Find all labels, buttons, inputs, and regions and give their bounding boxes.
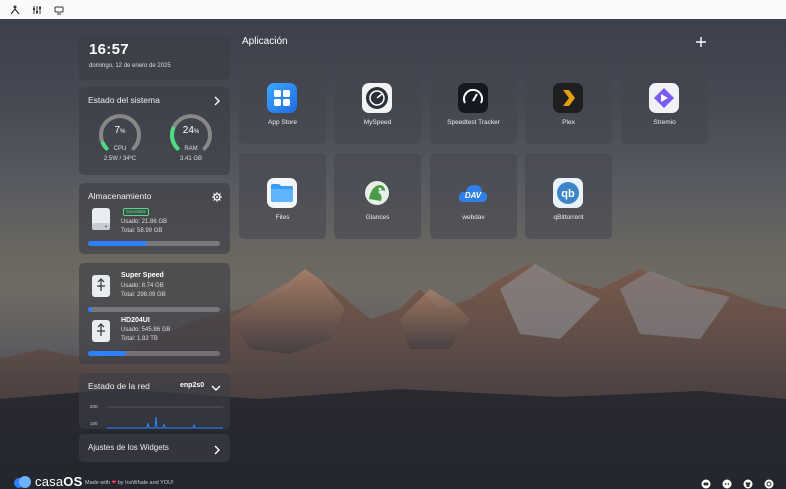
- app-tile-files[interactable]: Files: [239, 153, 326, 239]
- ram-unit: %: [193, 129, 200, 135]
- status-badge: Saludable: [123, 208, 150, 216]
- system-status-title: Estado del sistema: [88, 95, 160, 105]
- usb-disk-name: HD204UI: [121, 317, 150, 324]
- network-axis-max: 200: [90, 404, 98, 409]
- cpu-sub: 2.5W / 34ºC: [103, 156, 137, 162]
- chevron-down-icon[interactable]: [211, 380, 221, 391]
- discord-icon[interactable]: [722, 476, 732, 489]
- qbittorrent-icon: qb: [553, 178, 583, 208]
- cpu-label: CPU: [113, 146, 127, 152]
- clock-time: 16:57: [89, 41, 129, 58]
- ram-value: 24: [182, 125, 194, 136]
- monitor-icon[interactable]: [53, 4, 65, 16]
- usb-disk-usage-bar: [88, 351, 220, 356]
- apps-section-title: Aplicación: [242, 36, 288, 47]
- network-interface-select[interactable]: enp2s0: [180, 382, 204, 389]
- app-tile-glances[interactable]: Glances: [334, 153, 421, 239]
- speedtest-icon: [458, 83, 488, 113]
- app-store-icon: [267, 83, 297, 113]
- cpu-unit: %: [120, 129, 126, 135]
- app-name: Glances: [365, 214, 390, 221]
- network-axis-mid: 100: [90, 421, 98, 426]
- app-tile-qbittorrent[interactable]: qb qBittorrent: [525, 153, 612, 239]
- storage-widget: Almacenamiento Saludable Usado: 21.86 GB…: [79, 183, 230, 254]
- webdav-icon: DAV: [458, 178, 488, 208]
- system-status-widget: Estado del sistema 7% CPU 2.5W / 34ºC 24…: [79, 87, 230, 175]
- usb-disks-widget: Super Speed Usado: 8.74 GB Total: 298.09…: [79, 263, 230, 364]
- app-name: Speedtest Tracker: [447, 119, 500, 126]
- casaos-logo: casaOS: [13, 474, 82, 489]
- widget-settings-button[interactable]: Ajustes de los Widgets: [79, 434, 230, 462]
- brand-casa: casa: [35, 474, 64, 489]
- usb-disk-used: Usado: 8.74 GB: [121, 283, 164, 289]
- made-suffix: by IceWhale and YOU!: [117, 480, 174, 486]
- usb-disk-usage-bar: [88, 307, 220, 312]
- widget-settings-label: Ajustes de los Widgets: [88, 443, 169, 452]
- cpu-gauge: 7% CPU: [97, 112, 143, 158]
- app-tile-app-store[interactable]: App Store: [239, 58, 326, 144]
- app-name: App Store: [268, 119, 297, 126]
- app-tile-speedtest-tracker[interactable]: Speedtest Tracker: [430, 58, 517, 144]
- github-icon[interactable]: [743, 476, 753, 489]
- myspeed-icon: [362, 83, 392, 113]
- glances-icon: [362, 178, 392, 208]
- forum-icon[interactable]: [701, 476, 711, 489]
- network-widget: Estado de la red enp2s0 200 100: [79, 373, 230, 429]
- clock-widget: 16:57 domingo, 12 de enero de 2025: [79, 36, 230, 80]
- gear-icon[interactable]: [212, 189, 222, 202]
- svg-text:qb: qb: [561, 188, 575, 200]
- chevron-right-icon: [212, 442, 222, 455]
- chevron-right-icon[interactable]: [212, 93, 222, 106]
- hard-disk-icon: [91, 207, 111, 231]
- plus-icon: [696, 37, 706, 47]
- app-tile-stremio[interactable]: Stremio: [621, 58, 708, 144]
- app-name: Stremio: [653, 119, 676, 126]
- ram-sub: 3.41 GB: [179, 156, 202, 162]
- app-name: qBittorrent: [553, 214, 584, 221]
- app-name: Plex: [562, 119, 575, 126]
- storage-total: Total: 58.99 GB: [121, 228, 163, 234]
- apps-grid-icon[interactable]: [9, 4, 21, 16]
- usb-disk-total: Total: 1.82 TB: [121, 336, 158, 342]
- clock-date: domingo, 12 de enero de 2025: [89, 63, 171, 69]
- svg-text:DAV: DAV: [465, 191, 482, 200]
- storage-usage-bar: [88, 241, 220, 246]
- footer-links: [701, 476, 774, 489]
- plex-icon: [553, 83, 583, 113]
- cloud-logo-icon: [14, 475, 31, 488]
- ram-label: RAM: [184, 146, 198, 152]
- files-icon: [267, 178, 297, 208]
- usb-disk-used: Usado: 545.86 GB: [121, 327, 171, 333]
- usb-drive-icon: [91, 274, 111, 298]
- network-title: Estado de la red: [88, 381, 150, 391]
- top-toolbar: [0, 0, 786, 19]
- app-tile-myspeed[interactable]: MySpeed: [334, 58, 421, 144]
- brand-os: OS: [63, 474, 83, 489]
- app-name: Files: [275, 214, 290, 221]
- usb-disk-total: Total: 298.09 GB: [121, 292, 166, 298]
- app-tile-plex[interactable]: Plex: [525, 58, 612, 144]
- help-icon[interactable]: [764, 476, 774, 489]
- app-tile-webdav[interactable]: DAV webdav: [430, 153, 517, 239]
- app-name: MySpeed: [363, 119, 392, 126]
- storage-used: Usado: 21.86 GB: [121, 219, 168, 225]
- usb-drive-icon: [91, 319, 111, 343]
- network-graph: [107, 406, 223, 429]
- storage-title: Almacenamiento: [88, 191, 152, 201]
- made-prefix: Made with: [85, 480, 111, 486]
- app-name: webdav: [462, 214, 485, 221]
- made-with-text: Made with ❤ by IceWhale and YOU!: [85, 480, 174, 486]
- ram-gauge: 24% RAM: [168, 112, 214, 158]
- heart-icon: ❤: [111, 480, 117, 486]
- sliders-icon[interactable]: [31, 4, 43, 16]
- usb-disk-name: Super Speed: [121, 272, 164, 279]
- add-app-button[interactable]: [695, 35, 707, 47]
- stremio-icon: [649, 83, 679, 113]
